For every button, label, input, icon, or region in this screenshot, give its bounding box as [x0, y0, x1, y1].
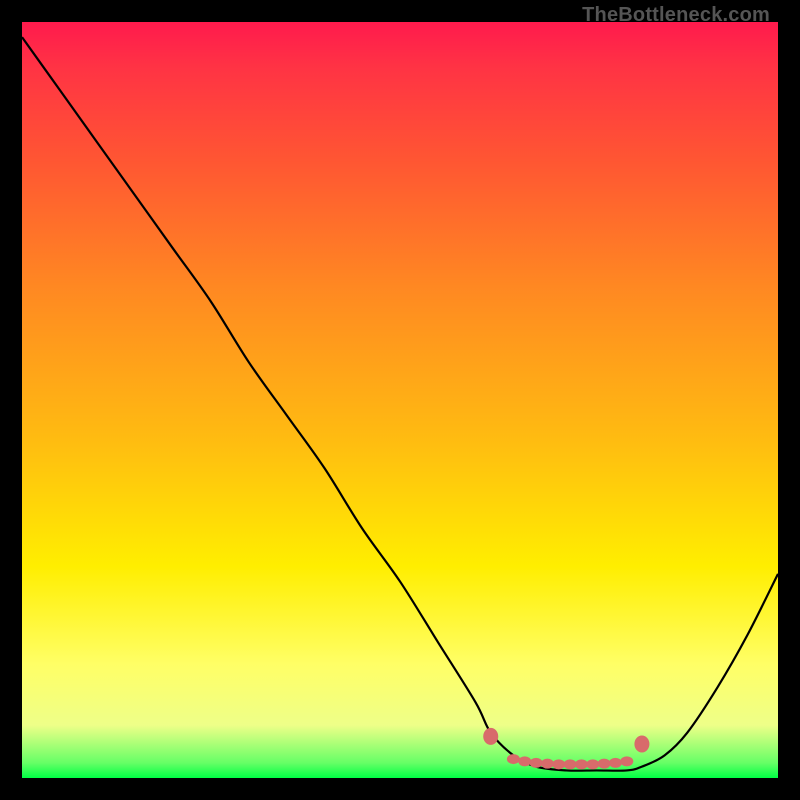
highlight-marker: [609, 758, 621, 767]
highlight-marker: [635, 736, 649, 752]
bottleneck-curve-line: [22, 37, 778, 771]
highlight-marker: [519, 757, 531, 766]
chart-plot-area: [22, 22, 778, 778]
highlight-marker: [530, 758, 542, 767]
highlight-marker: [621, 757, 633, 766]
highlight-marker-group: [484, 728, 649, 768]
highlight-marker: [541, 759, 553, 768]
highlight-marker: [507, 755, 519, 764]
highlight-marker: [587, 760, 599, 769]
highlight-marker: [575, 760, 587, 769]
highlight-marker: [553, 760, 565, 769]
chart-svg: [22, 22, 778, 778]
highlight-marker: [564, 760, 576, 769]
highlight-marker: [484, 728, 498, 744]
highlight-marker: [598, 759, 610, 768]
